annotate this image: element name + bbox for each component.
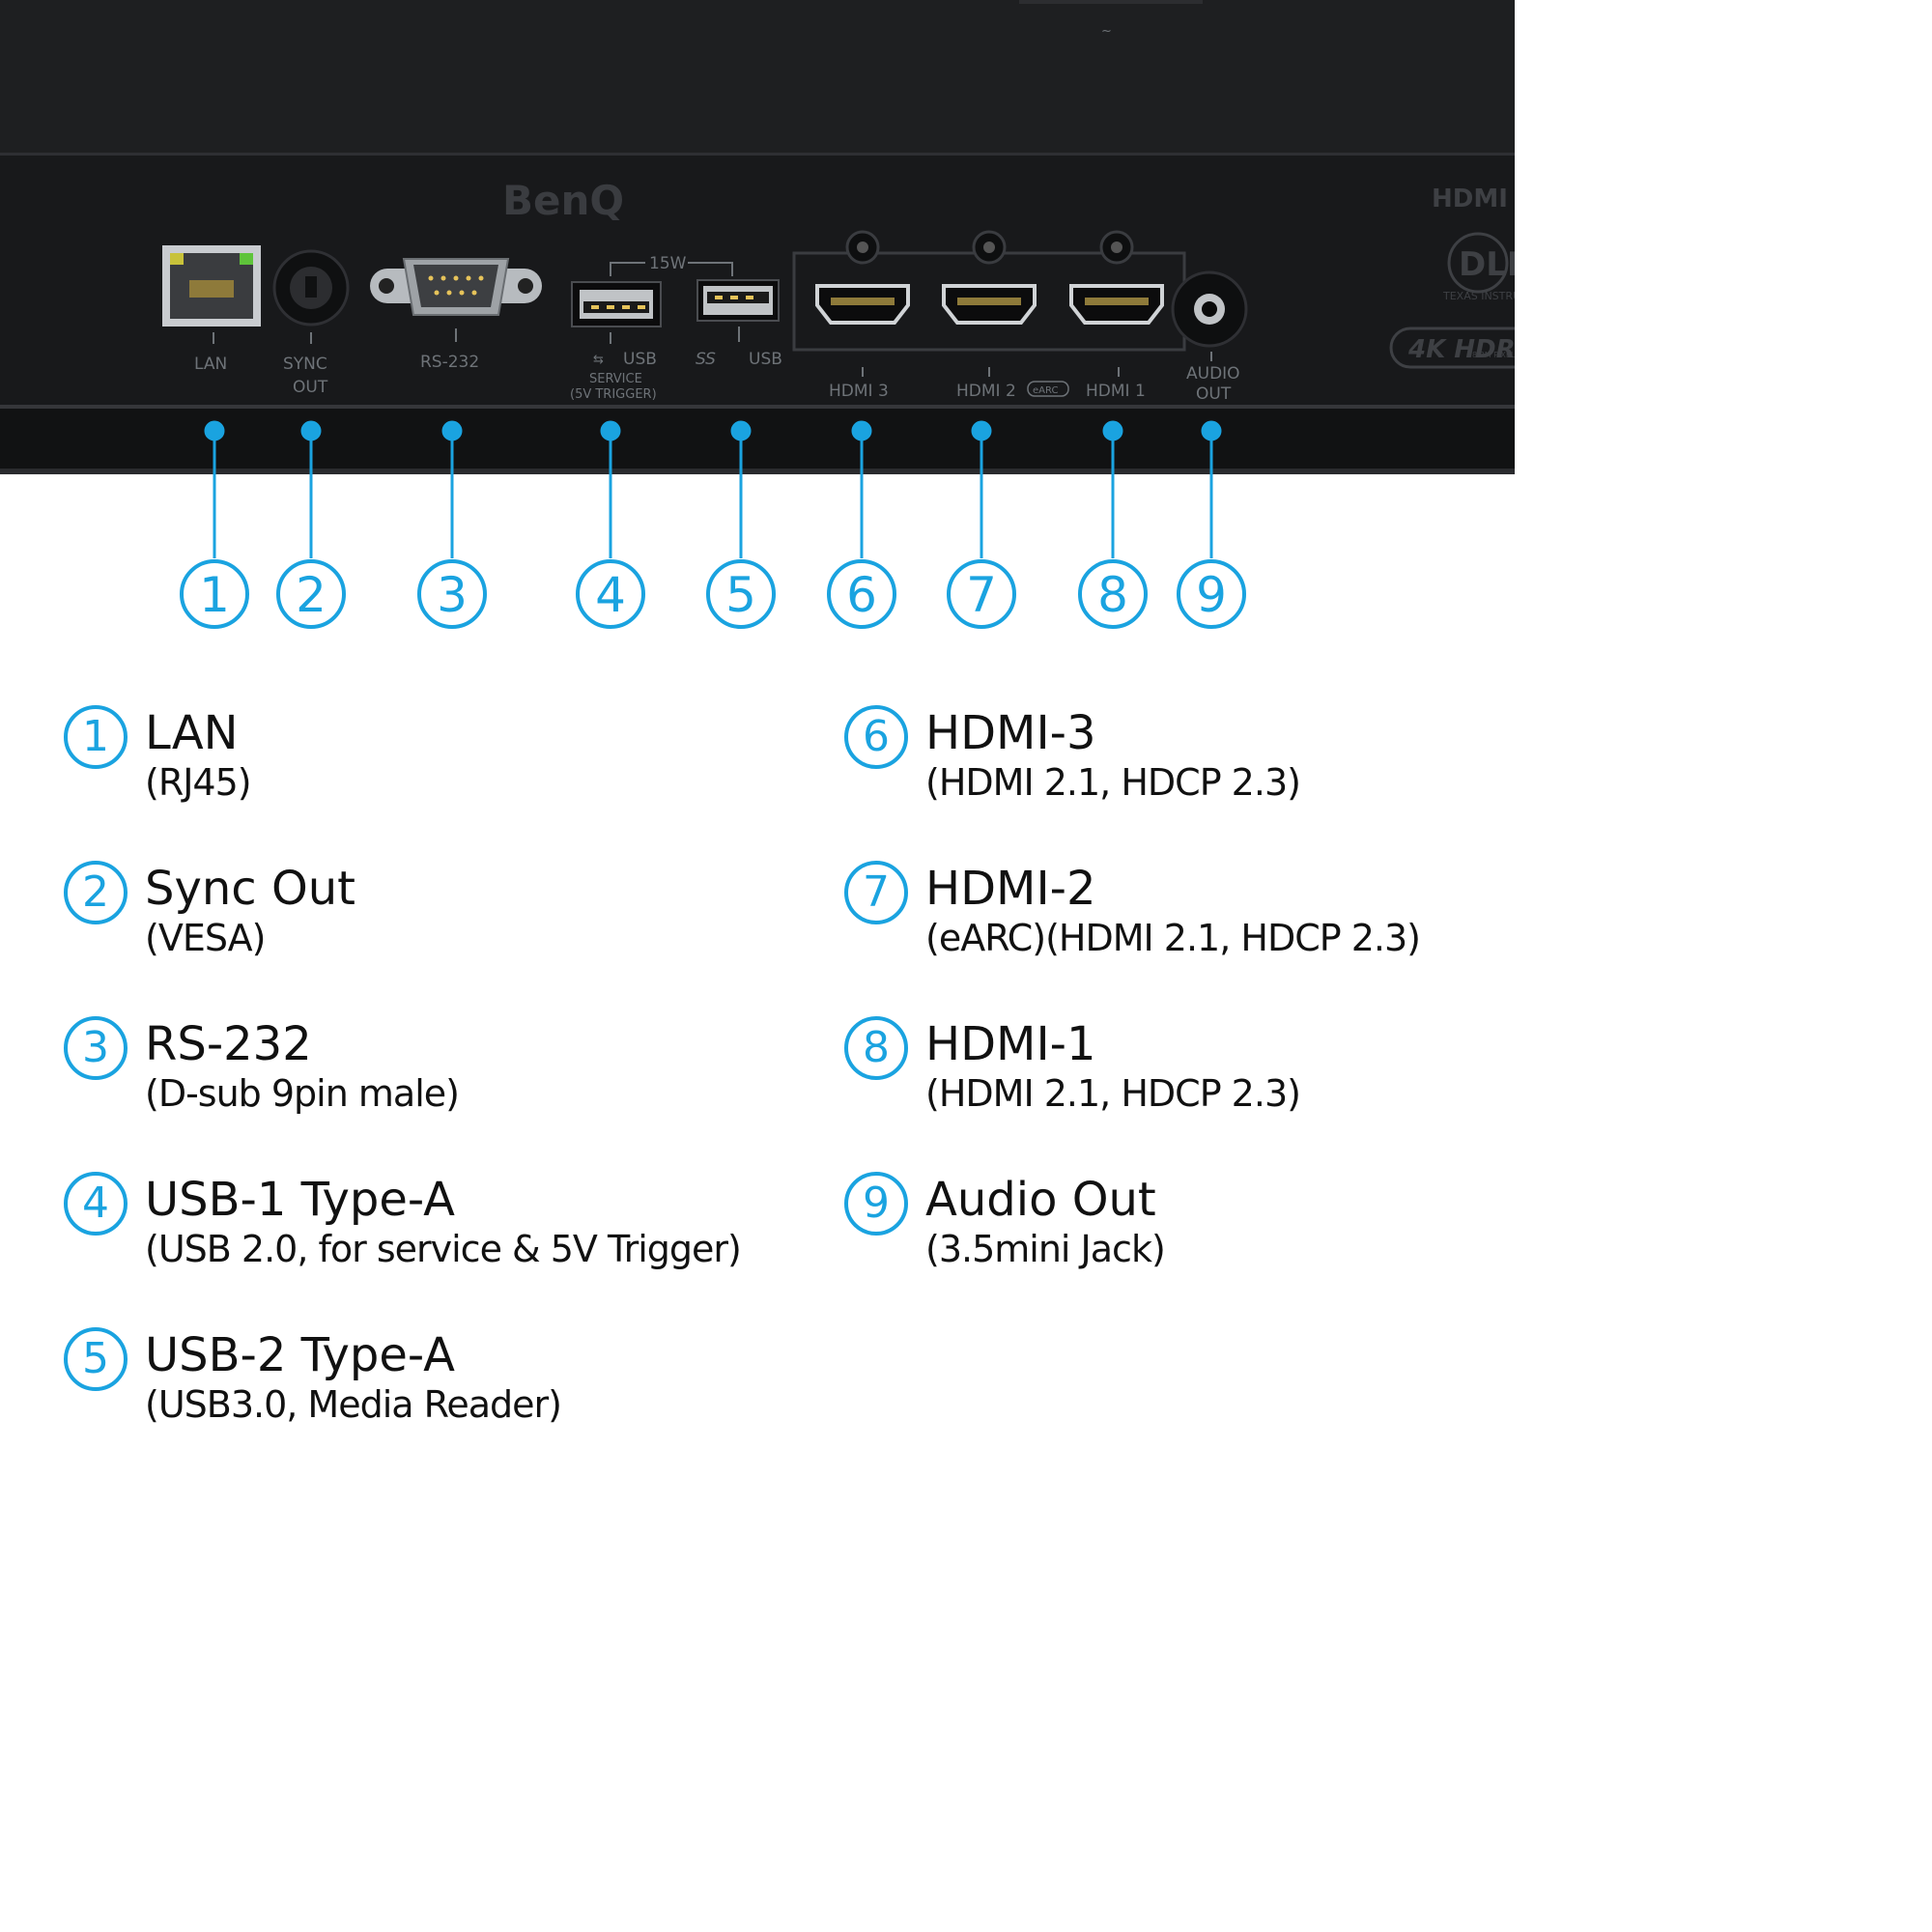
legend-subtitle: (3.5mini Jack) (925, 1228, 1166, 1270)
legend-number: 5 (64, 1327, 128, 1391)
pointer-dot-8 (1102, 420, 1123, 441)
legend-title: USB-2 Type-A (145, 1328, 455, 1382)
callout-number: 3 (437, 567, 468, 623)
legend-subtitle: (USB3.0, Media Reader) (145, 1383, 562, 1426)
legend-subtitle: (VESA) (145, 917, 266, 959)
callout-number: 7 (966, 567, 997, 623)
legend-number: 1 (64, 705, 128, 769)
pointer-dot-4 (600, 420, 621, 441)
legend-title: RS-232 (145, 1017, 312, 1071)
legend-number: 8 (844, 1016, 908, 1080)
pointer-dot-3 (441, 420, 463, 441)
legend-number: 2 (64, 861, 128, 924)
legend-subtitle: (RJ45) (145, 761, 252, 804)
legend-title: LAN (145, 706, 239, 760)
callout-number: 1 (199, 567, 230, 623)
legend-title: USB-1 Type-A (145, 1173, 455, 1227)
callout-number: 2 (296, 567, 327, 623)
pointer-dot-6 (851, 420, 872, 441)
legend-subtitle: (USB 2.0, for service & 5V Trigger) (145, 1228, 742, 1270)
legend-item-hdmi-2: 7 HDMI-2 (eARC)(HDMI 2.1, HDCP 2.3) (844, 861, 1421, 961)
legend-item-sync-out: 2 Sync Out (VESA) (64, 861, 355, 961)
legend-title: HDMI-1 (925, 1017, 1096, 1071)
legend-subtitle: (D-sub 9pin male) (145, 1072, 460, 1115)
pointer-dot-9 (1201, 420, 1222, 441)
legend-number: 7 (844, 861, 908, 924)
legend-subtitle: (eARC)(HDMI 2.1, HDCP 2.3) (925, 917, 1421, 959)
pointer-dot-7 (971, 420, 992, 441)
pointer-dot-2 (300, 420, 322, 441)
legend-number: 3 (64, 1016, 128, 1080)
legend-item-hdmi-3: 6 HDMI-3 (HDMI 2.1, HDCP 2.3) (844, 705, 1301, 806)
callout-number: 9 (1196, 567, 1227, 623)
legend-number: 9 (844, 1172, 908, 1236)
legend-item-lan: 1 LAN (RJ45) (64, 705, 252, 806)
legend-title: Sync Out (145, 862, 355, 916)
legend-number: 6 (844, 705, 908, 769)
legend-item-audio-out: 9 Audio Out (3.5mini Jack) (844, 1172, 1166, 1272)
pointer-dot-1 (204, 420, 225, 441)
legend-item-usb-2: 5 USB-2 Type-A (USB3.0, Media Reader) (64, 1327, 562, 1428)
legend-subtitle: (HDMI 2.1, HDCP 2.3) (925, 1072, 1301, 1115)
callout-layer: 1 2 3 4 5 6 7 8 9 (180, 420, 1246, 629)
legend-title: HDMI-2 (925, 862, 1096, 916)
pointer-dot-5 (730, 420, 752, 441)
legend-item-rs232: 3 RS-232 (D-sub 9pin male) (64, 1016, 460, 1117)
legend-title: Audio Out (925, 1173, 1156, 1227)
legend-number: 4 (64, 1172, 128, 1236)
legend-subtitle: (HDMI 2.1, HDCP 2.3) (925, 761, 1301, 804)
legend-item-hdmi-1: 8 HDMI-1 (HDMI 2.1, HDCP 2.3) (844, 1016, 1301, 1117)
callout-number: 5 (725, 567, 756, 623)
callout-number: 4 (595, 567, 626, 623)
callout-number: 8 (1097, 567, 1128, 623)
legend-item-usb-1: 4 USB-1 Type-A (USB 2.0, for service & 5V… (64, 1172, 742, 1272)
legend-title: HDMI-3 (925, 706, 1096, 760)
callout-number: 6 (846, 567, 877, 623)
